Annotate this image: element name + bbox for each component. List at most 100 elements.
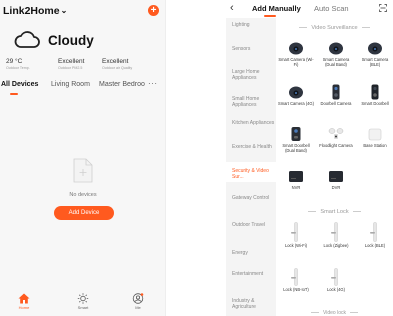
stat-value: 29 °C bbox=[6, 58, 23, 65]
category-item-active[interactable]: Security & Video Sur... bbox=[232, 168, 276, 180]
stat-air-quality: Excellent Outdoor air Quality bbox=[102, 58, 132, 70]
device-smart-doorbell[interactable]: Smart Doorbell bbox=[357, 84, 393, 107]
section-title-video: Video Surveillance bbox=[276, 25, 393, 31]
device-label: NVR bbox=[291, 185, 301, 190]
nav-me[interactable]: Me bbox=[118, 293, 158, 310]
category-item[interactable]: Industry & Agriculture bbox=[232, 298, 276, 310]
stat-label: Outdoor PM2.5 bbox=[58, 66, 83, 70]
lock-icon bbox=[291, 222, 298, 242]
plus-circle-icon[interactable]: + bbox=[148, 5, 159, 16]
device-label: Lock (Wi-Fi) bbox=[284, 243, 308, 248]
device-label: Smart Camera (Dual Band) bbox=[322, 57, 350, 67]
device-floodlight-camera[interactable]: Floodlight Camera bbox=[318, 126, 354, 149]
dome-camera-icon bbox=[289, 86, 303, 99]
category-item[interactable]: Large Home Appliances bbox=[232, 69, 276, 81]
device-base-station[interactable]: Base Station bbox=[357, 126, 393, 149]
sun-icon bbox=[77, 293, 89, 304]
nav-home[interactable]: Home bbox=[4, 293, 44, 310]
device-lock-ble[interactable]: Lock (BLE) bbox=[357, 222, 393, 249]
lock-icon bbox=[331, 268, 338, 286]
device-label: Lock (Zigbee) bbox=[323, 243, 349, 248]
floodlight-camera-icon bbox=[328, 128, 344, 139]
nvr-icon bbox=[289, 171, 303, 182]
base-station-icon bbox=[368, 128, 382, 141]
add-device-screen: ‹ Add Manually Auto Scan Lighting Sensor… bbox=[226, 0, 393, 316]
device-lock-wifi[interactable]: Lock (Wi-Fi) bbox=[278, 222, 314, 249]
tab-all-devices[interactable]: All Devices bbox=[1, 81, 38, 88]
dvr-icon bbox=[329, 171, 343, 182]
device-doorbell-camera[interactable]: Doorbell Camera bbox=[318, 84, 354, 107]
category-item[interactable]: Kitchen Appliances bbox=[232, 120, 276, 126]
lock-icon bbox=[331, 222, 338, 242]
more-dots-icon[interactable]: ··· bbox=[148, 79, 158, 88]
doorbell-icon bbox=[291, 127, 301, 141]
device-label: Floodlight Camera bbox=[319, 143, 353, 148]
tab-living-room[interactable]: Living Room bbox=[51, 81, 90, 88]
category-item[interactable]: Gateway Control bbox=[232, 195, 276, 201]
stat-temperature: 29 °C Outdoor Temp. bbox=[6, 58, 30, 70]
weather-stats: 29 °C Outdoor Temp. Excellent Outdoor PM… bbox=[4, 58, 164, 76]
device-label: Smart Camera (BLE) bbox=[361, 57, 389, 67]
nav-label: Home bbox=[18, 305, 30, 310]
add-device-button[interactable]: Add Device bbox=[54, 206, 114, 220]
device-smart-camera-wifi[interactable]: Smart Camera (Wi-Fi) bbox=[278, 40, 314, 68]
nav-label: Smart bbox=[77, 305, 89, 310]
lock-icon bbox=[291, 268, 298, 286]
device-lock-zigbee[interactable]: Lock (Zigbee) bbox=[318, 222, 354, 249]
dome-camera-icon bbox=[289, 42, 303, 55]
stat-label: Outdoor Temp. bbox=[6, 66, 30, 70]
category-item[interactable]: Lighting bbox=[232, 22, 276, 28]
home-selector[interactable]: Link2Home⌄ bbox=[3, 5, 67, 17]
category-item[interactable]: Sensors bbox=[232, 46, 276, 52]
category-item[interactable]: Entertainment bbox=[232, 271, 276, 277]
device-smart-camera-ble[interactable]: Smart Camera (BLE) bbox=[357, 40, 393, 68]
active-tab-indicator bbox=[10, 93, 18, 95]
category-item[interactable]: Energy bbox=[232, 250, 276, 256]
device-label: Smart Doorbell bbox=[361, 101, 389, 106]
device-smart-camera-dual-band[interactable]: Smart Camera (Dual Band) bbox=[318, 40, 354, 68]
category-item[interactable]: Small Home Appliances bbox=[232, 96, 276, 108]
nav-smart[interactable]: Smart bbox=[63, 293, 103, 310]
doorbell-icon bbox=[332, 84, 340, 100]
scan-icon[interactable] bbox=[379, 4, 387, 12]
section-title-video-lock: Video lock bbox=[276, 310, 393, 316]
home-name: Link2Home bbox=[3, 5, 60, 17]
tab-auto-scan[interactable]: Auto Scan bbox=[314, 4, 349, 13]
stat-value: Excellent bbox=[102, 58, 129, 65]
cloud-icon bbox=[14, 31, 40, 48]
category-item[interactable]: Outdoor Travel bbox=[232, 222, 276, 228]
dome-camera-icon bbox=[368, 42, 382, 55]
device-smart-camera-4g[interactable]: Smart Camera (4G) bbox=[278, 84, 314, 107]
doorbell-icon bbox=[371, 84, 379, 100]
room-tabs: All Devices Living Room Master Bedroo ··… bbox=[0, 79, 166, 97]
add-device-header: ‹ Add Manually Auto Scan bbox=[226, 0, 393, 18]
tab-master-bedroom[interactable]: Master Bedroo bbox=[99, 81, 145, 88]
chevron-down-icon: ⌄ bbox=[60, 6, 68, 15]
home-screen: Link2Home⌄ + Cloudy 29 °C Outdoor Temp. … bbox=[0, 0, 166, 316]
device-label: Smart Camera (4G) bbox=[278, 101, 314, 106]
profile-icon bbox=[132, 293, 144, 304]
device-label: Lock (NB-IoT) bbox=[283, 287, 309, 292]
device-dvr[interactable]: DVR bbox=[318, 168, 354, 191]
device-label: Lock (BLE) bbox=[364, 243, 386, 248]
device-lock-4g[interactable]: Lock (4G) bbox=[318, 268, 354, 293]
empty-document-icon bbox=[73, 158, 93, 183]
device-smart-doorbell-dual-band[interactable]: Smart Doorbell (Dual Band) bbox=[278, 126, 314, 154]
category-item[interactable]: Exercise & Health bbox=[232, 144, 276, 150]
device-label: Doorbell Camera bbox=[320, 101, 352, 106]
device-label: Lock (4G) bbox=[327, 287, 345, 292]
device-lock-nb-iot[interactable]: Lock (NB-IoT) bbox=[278, 268, 314, 293]
device-label: DVR bbox=[331, 185, 341, 190]
home-icon bbox=[18, 293, 30, 304]
bottom-navigation: Home Smart Me bbox=[0, 290, 166, 316]
dome-camera-icon bbox=[329, 42, 343, 55]
device-label: Smart Doorbell (Dual Band) bbox=[282, 143, 310, 153]
device-label: Base Station bbox=[363, 143, 387, 148]
weather-label: Cloudy bbox=[48, 33, 94, 48]
back-arrow-icon[interactable]: ‹ bbox=[230, 2, 234, 14]
empty-state-text: No devices bbox=[69, 192, 97, 198]
tab-add-manually[interactable]: Add Manually bbox=[252, 4, 301, 13]
active-tab-indicator bbox=[264, 15, 276, 17]
device-nvr[interactable]: NVR bbox=[278, 168, 314, 191]
category-sidebar: Lighting Sensors Large Home Appliances S… bbox=[226, 18, 276, 316]
